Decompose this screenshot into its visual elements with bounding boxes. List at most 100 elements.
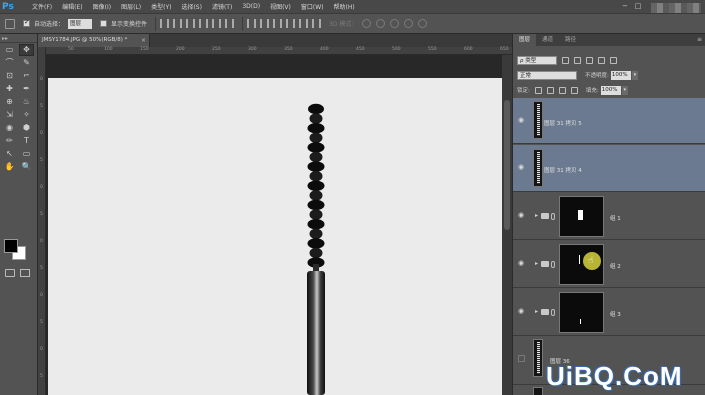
distribute-hcenter-icon[interactable] [299, 19, 309, 28]
layer-group-row[interactable]: ◉ ▸ 组 2 [513, 241, 705, 288]
auto-select-checkbox[interactable] [23, 18, 30, 27]
quick-mask-icon[interactable] [5, 269, 15, 277]
tool-icon-5[interactable]: ⌐ [19, 70, 34, 82]
tool-icon-7[interactable]: ✒ [19, 83, 34, 95]
tool-icon-17[interactable]: ▭ [19, 148, 34, 160]
lock-position-icon[interactable] [558, 86, 566, 94]
chevron-right-icon[interactable]: ▸ [535, 308, 538, 315]
align-vcenter-icon[interactable] [173, 19, 183, 28]
tool-icon-8[interactable]: ⊕ [2, 96, 17, 108]
link-icon[interactable] [551, 309, 555, 316]
menu-3d[interactable]: 3D(D) [242, 3, 260, 10]
tool-icon-11[interactable]: ✧ [19, 109, 34, 121]
menu-help[interactable]: 帮助(H) [334, 2, 355, 11]
distribute-vcenter-icon[interactable] [260, 19, 270, 28]
align-right-icon[interactable] [225, 19, 235, 28]
layer-name[interactable]: 图层 31 拷贝 4 [544, 166, 582, 174]
filter-shape-icon[interactable] [598, 56, 605, 64]
filter-adjust-icon[interactable] [574, 56, 581, 64]
align-left-icon[interactable] [199, 19, 209, 28]
distribute-bottom-icon[interactable] [273, 19, 283, 28]
foreground-color-swatch[interactable] [4, 239, 18, 253]
filter-pixel-icon[interactable] [562, 56, 569, 64]
align-bottom-icon[interactable] [186, 19, 196, 28]
tool-icon-1[interactable]: ✥ [19, 43, 34, 56]
ruler-left[interactable]: 0 5 0 5 0 5 0 5 0 5 0 5 [38, 47, 46, 395]
ruler-top[interactable]: 50 100 150 200 250 300 350 400 450 500 550 600 650 [46, 47, 512, 55]
tab-channels[interactable]: 通道 [536, 34, 559, 46]
3d-roll-icon[interactable] [376, 19, 386, 28]
layer-name[interactable]: 组 1 [610, 214, 621, 222]
layer-row[interactable]: ◉ 图层 31 拷贝 4 [513, 145, 705, 192]
group-mask-thumbnail[interactable] [559, 292, 604, 333]
fill-input[interactable]: 100% [600, 85, 621, 95]
filter-type-icon[interactable] [586, 56, 593, 64]
eye-icon[interactable]: ◉ [518, 212, 526, 219]
menu-filter[interactable]: 滤镜(T) [212, 2, 232, 11]
tool-icon-18[interactable]: ✋ [2, 161, 17, 173]
tool-icon-12[interactable]: ◉ [2, 122, 17, 134]
auto-select-dropdown[interactable]: 图层 [68, 18, 93, 29]
layer-group-row[interactable]: ◉ ▸ 组 3 [513, 289, 705, 336]
eye-icon[interactable]: ◉ [518, 260, 526, 267]
tool-icon-3[interactable]: ✎ [19, 57, 34, 69]
chevron-down-icon[interactable]: ▾ [621, 85, 628, 95]
menu-layer[interactable]: 图层(L) [121, 2, 141, 11]
menu-file[interactable]: 文件(F) [32, 2, 52, 11]
link-icon[interactable] [551, 261, 555, 268]
tool-icon-0[interactable]: ▭ [2, 44, 17, 56]
layer-name[interactable]: 图层 31 拷贝 5 [544, 119, 582, 127]
layer-name[interactable]: 组 2 [610, 262, 621, 270]
vertical-scrollbar[interactable] [502, 55, 512, 395]
tool-icon-9[interactable]: ♨ [19, 96, 34, 108]
distribute-top-icon[interactable] [247, 19, 257, 28]
chevron-right-icon[interactable]: ▸ [535, 212, 538, 219]
align-hcenter-icon[interactable] [212, 19, 222, 28]
tool-icon-4[interactable]: ⊡ [2, 70, 17, 82]
distribute-left-icon[interactable] [286, 19, 296, 28]
panel-menu-icon[interactable]: ≡ [697, 36, 702, 43]
eye-icon[interactable]: ◉ [518, 117, 526, 124]
menu-image[interactable]: 图像(I) [93, 2, 111, 11]
tab-paths[interactable]: 路径 [559, 34, 582, 46]
eye-icon[interactable]: ◉ [518, 164, 526, 171]
visibility-toggle[interactable] [518, 355, 525, 362]
layer-group-row[interactable]: ◉ ▸ 组 1 [513, 193, 705, 240]
opacity-input[interactable]: 100% [610, 70, 631, 80]
layer-row[interactable]: ◉ 图层 31 拷贝 5 [513, 98, 705, 144]
tool-icon-2[interactable]: ⌒ [2, 57, 17, 69]
menu-select[interactable]: 选择(S) [181, 2, 202, 11]
document-tab[interactable]: JMSY1784.JPG @ 50%(RGB/8) * × [38, 34, 150, 47]
3d-slide-icon[interactable] [404, 19, 414, 28]
toolbox-grip-icon[interactable]: ▸▸ [0, 34, 37, 43]
move-tool-preset-icon[interactable] [5, 18, 15, 29]
tool-icon-15[interactable]: T [19, 135, 34, 147]
lock-pixels-icon[interactable] [534, 86, 542, 94]
menu-type[interactable]: 类型(Y) [151, 2, 171, 11]
chevron-right-icon[interactable]: ▸ [535, 260, 538, 267]
3d-rotate-icon[interactable] [362, 19, 372, 28]
menu-view[interactable]: 视图(V) [270, 2, 291, 11]
3d-scale-icon[interactable] [418, 19, 428, 28]
minimize-button[interactable]: − [620, 2, 630, 10]
layer-filter-dropdown[interactable]: ρ 类型 [517, 55, 557, 65]
tool-icon-6[interactable]: ✚ [2, 83, 17, 95]
menu-edit[interactable]: 编辑(E) [62, 2, 82, 11]
lock-paint-icon[interactable] [546, 86, 554, 94]
tab-layers[interactable]: 图层 [513, 34, 537, 46]
tool-icon-16[interactable]: ↖ [2, 148, 17, 160]
link-icon[interactable] [551, 213, 555, 220]
tool-icon-19[interactable]: 🔍 [19, 161, 34, 173]
tool-icon-13[interactable]: ⬢ [19, 122, 34, 134]
tool-icon-14[interactable]: ✏ [2, 135, 17, 147]
restore-button[interactable]: □ [633, 2, 643, 10]
filter-smart-icon[interactable] [610, 56, 617, 64]
blend-mode-dropdown[interactable]: 正常 [517, 70, 577, 80]
eye-icon[interactable]: ◉ [518, 308, 526, 315]
lock-all-icon[interactable] [570, 86, 578, 94]
align-top-icon[interactable] [160, 19, 170, 28]
chevron-down-icon[interactable]: ▾ [631, 70, 638, 80]
tool-icon-10[interactable]: ⇲ [2, 109, 17, 121]
layer-name[interactable]: 组 3 [610, 310, 621, 318]
screen-mode-icon[interactable] [20, 269, 30, 277]
